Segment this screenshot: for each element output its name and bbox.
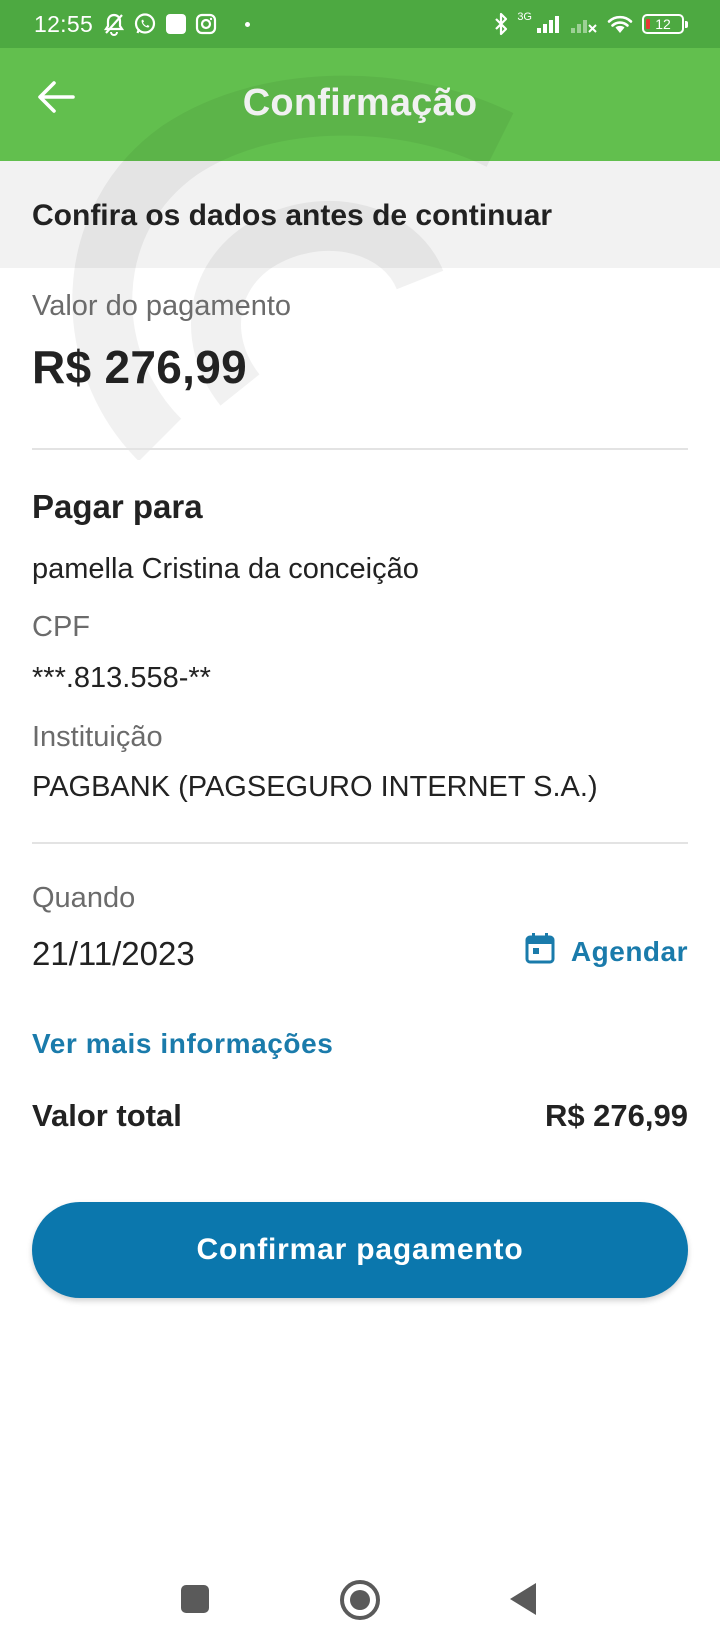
system-back-button[interactable]: [506, 1580, 540, 1623]
institution-value: PAGBANK (PAGSEGURO INTERNET S.A.): [32, 771, 598, 803]
notification-dot-icon: [245, 21, 251, 27]
confirm-payment-button[interactable]: Confirmar pagamento: [32, 1202, 688, 1298]
schedule-button[interactable]: Agendar: [525, 932, 688, 971]
payment-amount: R$ 276,99: [32, 341, 247, 393]
info-banner: Confira os dados antes de continuar: [0, 161, 720, 268]
more-info-link[interactable]: Ver mais informações: [32, 1028, 333, 1060]
home-icon: [338, 1578, 382, 1627]
mute-icon: [103, 12, 125, 36]
amount-label: Valor do pagamento: [32, 290, 292, 322]
instagram-icon: [195, 13, 217, 35]
calendar-icon: [525, 932, 555, 971]
signal-icon: [536, 14, 562, 34]
network-type-label: 3G: [517, 11, 532, 23]
app-bar: Confirmação: [0, 48, 720, 161]
status-bar: 12:55 3G 12: [0, 0, 720, 48]
signal-off-icon: [570, 14, 598, 34]
back-icon: [506, 1580, 540, 1623]
payment-date: 21/11/2023: [32, 935, 195, 972]
bluetooth-icon: [493, 12, 509, 36]
recent-apps-button[interactable]: [178, 1582, 212, 1621]
cpf-label: CPF: [32, 611, 90, 643]
recipient-name: pamella Cristina da conceição: [32, 553, 419, 585]
recipient-section-title: Pagar para: [32, 488, 203, 525]
status-bar-left: 12:55: [34, 10, 251, 38]
battery-icon: 12: [642, 14, 688, 34]
schedule-button-label: Agendar: [570, 935, 688, 967]
app-square-icon: [165, 13, 187, 35]
divider: [32, 448, 688, 450]
page-title: Confirmação: [242, 82, 478, 124]
cpf-value: ***.813.558-**: [32, 662, 211, 694]
wifi-icon: [606, 13, 634, 35]
system-nav-bar: [0, 1560, 720, 1650]
home-button[interactable]: [338, 1578, 382, 1627]
institution-label: Instituição: [32, 721, 163, 753]
status-time: 12:55: [34, 10, 94, 37]
total-value: R$ 276,99: [544, 1098, 688, 1133]
recent-apps-icon: [178, 1582, 212, 1621]
status-bar-right: 3G 12: [493, 11, 688, 36]
total-label: Valor total: [32, 1098, 182, 1133]
banner-text: Confira os dados antes de continuar: [32, 199, 553, 232]
divider: [32, 842, 688, 844]
whatsapp-icon: [133, 12, 157, 36]
when-label: Quando: [32, 882, 136, 914]
